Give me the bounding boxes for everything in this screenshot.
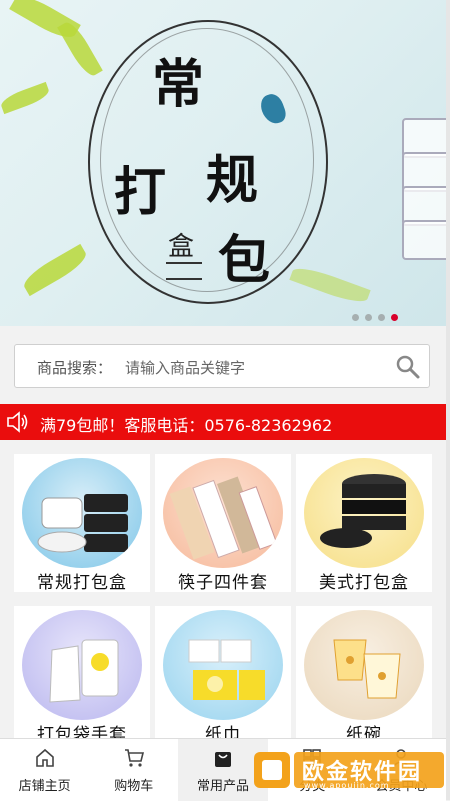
search-icon[interactable] — [395, 354, 421, 380]
notice-text: 满79包邮！客服电话：0576-82362962 — [40, 416, 333, 435]
watermark-url: www.apoujin.com — [304, 781, 390, 790]
banner-char: 打 — [114, 162, 167, 223]
category-image — [22, 610, 142, 720]
category-item[interactable]: 纸巾 — [155, 606, 291, 745]
category-item[interactable]: 筷子四件套 — [155, 454, 291, 593]
category-image — [304, 610, 424, 720]
carousel-dot[interactable] — [365, 314, 372, 321]
category-image — [163, 458, 283, 568]
category-image — [163, 610, 283, 720]
scrollbar[interactable] — [446, 0, 450, 800]
speaker-icon — [7, 411, 28, 433]
banner-char: 包 — [218, 230, 271, 291]
promo-banner[interactable]: 常 规 打 包 盒 — [0, 0, 446, 326]
category-image — [304, 458, 424, 568]
nav-home[interactable]: 店铺主页 — [0, 739, 89, 801]
banner-char: 规 — [206, 150, 259, 211]
nav-label: 店铺主页 — [18, 779, 71, 794]
nav-label: 购物车 — [114, 779, 154, 794]
carousel-dot[interactable] — [352, 314, 359, 321]
leaf-decoration — [19, 243, 91, 297]
home-icon — [35, 748, 54, 767]
bag-icon — [215, 752, 231, 767]
carousel-dot[interactable] — [378, 314, 385, 321]
notice-bar: 满79包邮！客服电话：0576-82362962 — [0, 404, 446, 440]
category-name: 常规打包盒 — [37, 573, 127, 593]
leaf-decoration — [57, 18, 103, 80]
banner-char: 常 — [152, 54, 205, 115]
search-input[interactable]: 请输入商品关键字 — [125, 357, 245, 378]
leaf-decoration — [0, 81, 52, 115]
category-item[interactable]: 打包袋手套 — [14, 606, 150, 745]
category-item[interactable]: 美式打包盒 — [296, 454, 432, 593]
watermark: 欧金软件园 www.apoujin.com — [252, 748, 446, 794]
search-box[interactable]: 商品搜索： 请输入商品关键字 — [14, 344, 430, 388]
wave-decoration — [166, 262, 202, 280]
category-item[interactable]: 纸碗 — [296, 606, 432, 745]
category-name: 筷子四件套 — [178, 573, 268, 593]
carousel-dots — [352, 314, 398, 321]
category-item[interactable]: 常规打包盒 — [14, 454, 150, 593]
search-area: 商品搜索： 请输入商品关键字 — [0, 326, 446, 406]
cart-icon — [124, 749, 144, 767]
banner-small-char: 盒 — [168, 232, 195, 262]
category-image — [22, 458, 142, 568]
carousel-dot-active[interactable] — [391, 314, 398, 321]
nav-cart[interactable]: 购物车 — [89, 739, 178, 801]
category-name: 美式打包盒 — [319, 573, 409, 593]
container-image — [402, 220, 446, 260]
search-label: 商品搜索： — [37, 359, 113, 377]
leaf-decoration — [289, 262, 371, 308]
